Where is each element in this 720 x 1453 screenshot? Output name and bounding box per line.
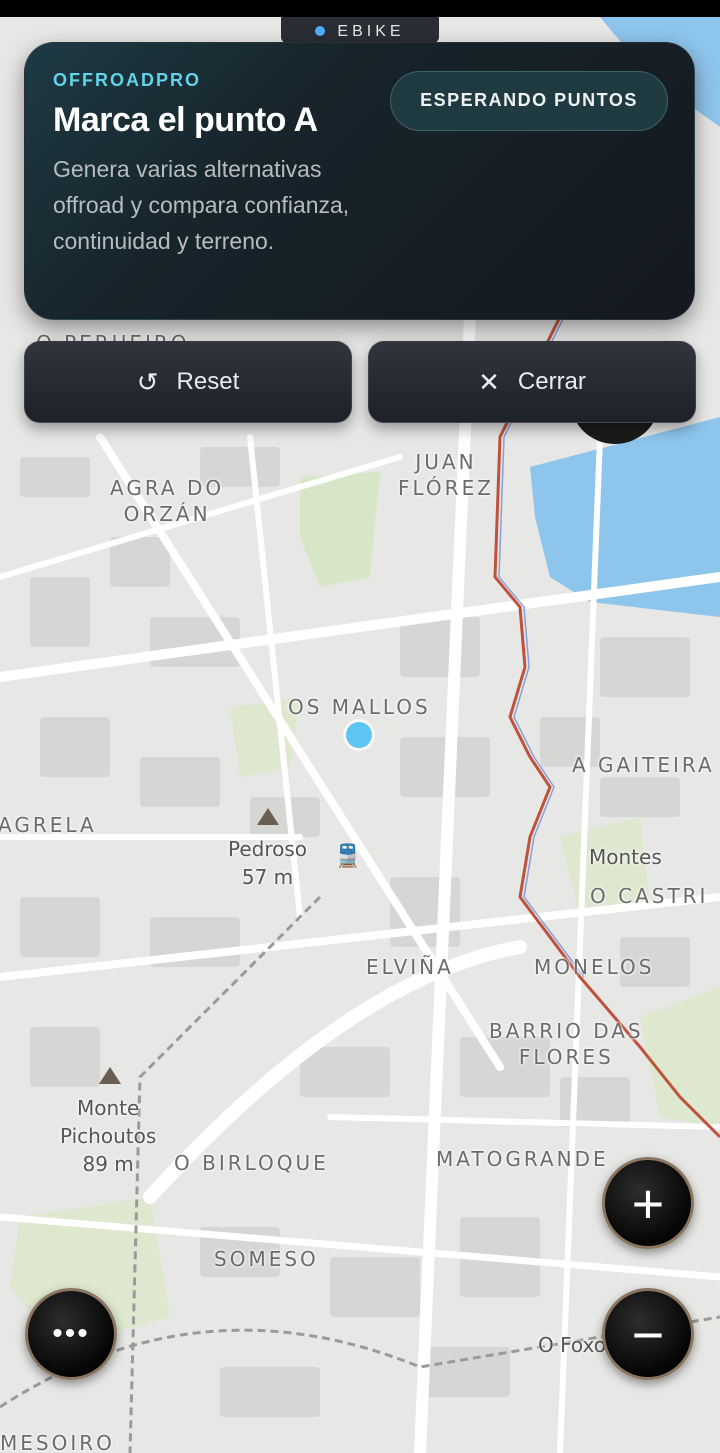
user-location-dot bbox=[346, 722, 372, 748]
map-label-elvina: ELVIÑA bbox=[366, 955, 454, 979]
poi-monte-pichoutos[interactable]: Monte Pichoutos 89 m bbox=[60, 1094, 156, 1178]
close-button[interactable]: ✕ Cerrar bbox=[368, 341, 696, 423]
reset-icon: ↺ bbox=[136, 367, 159, 397]
status-bar bbox=[0, 0, 720, 17]
status-badge: ESPERANDO PUNTOS bbox=[390, 71, 668, 131]
map-label-o-birloque: O BIRLOQUE bbox=[174, 1151, 329, 1175]
brand-label: OFFROADPRO bbox=[53, 70, 201, 90]
minus-icon: − bbox=[631, 1302, 665, 1366]
zoom-in-button[interactable]: + bbox=[602, 1157, 694, 1249]
poi-montes[interactable]: Montes bbox=[589, 843, 662, 871]
zoom-out-button[interactable]: − bbox=[602, 1288, 694, 1380]
map-label-barrio-flores: BARRIO DAS FLORES bbox=[489, 1019, 644, 1069]
park-area bbox=[640, 987, 720, 1127]
more-options-button[interactable]: ••• bbox=[25, 1288, 117, 1380]
map-label-agrela: AGRELA bbox=[0, 813, 97, 837]
map-label-juan-florez: JUAN FLÓREZ bbox=[398, 450, 494, 500]
reset-button[interactable]: ↺ Reset bbox=[24, 341, 352, 423]
map-label-agra-orzan: AGRA DO ORZÁN bbox=[110, 476, 225, 526]
card-description: Genera varias alternativas offroad y com… bbox=[53, 156, 350, 254]
plus-icon: + bbox=[631, 1171, 665, 1235]
peak-icon bbox=[99, 1067, 121, 1084]
mode-dot-icon bbox=[315, 26, 326, 36]
map-label-mesoiro: MESOIRO bbox=[0, 1431, 115, 1453]
poi-o-foxo[interactable]: O Foxo bbox=[538, 1331, 606, 1359]
card-title: Marca el punto A bbox=[53, 101, 318, 139]
park-area bbox=[300, 472, 380, 587]
map-label-matogrande: MATOGRANDE bbox=[436, 1147, 609, 1171]
close-label: Cerrar bbox=[517, 368, 586, 395]
map-label-a-gaiteira: A GAITEIRA bbox=[572, 753, 715, 777]
map-label-o-castri: O CASTRI bbox=[590, 884, 709, 908]
more-icon: ••• bbox=[52, 1317, 90, 1350]
map-label-os-mallos: OS MALLOS bbox=[288, 695, 431, 719]
route-planner-card: OFFROADPRO Marca el punto A Genera varia… bbox=[24, 42, 695, 320]
mode-tab[interactable]: EBIKE bbox=[281, 17, 439, 43]
map-label-someso: SOMESO bbox=[214, 1247, 319, 1271]
poi-pedroso[interactable]: Pedroso 57 m bbox=[228, 835, 307, 891]
metro-station-icon[interactable]: 🚆 bbox=[334, 843, 361, 871]
map-label-monelos: MONELOS bbox=[534, 955, 655, 979]
close-icon: ✕ bbox=[478, 367, 500, 397]
peak-icon bbox=[257, 808, 279, 825]
reset-label: Reset bbox=[176, 368, 240, 395]
